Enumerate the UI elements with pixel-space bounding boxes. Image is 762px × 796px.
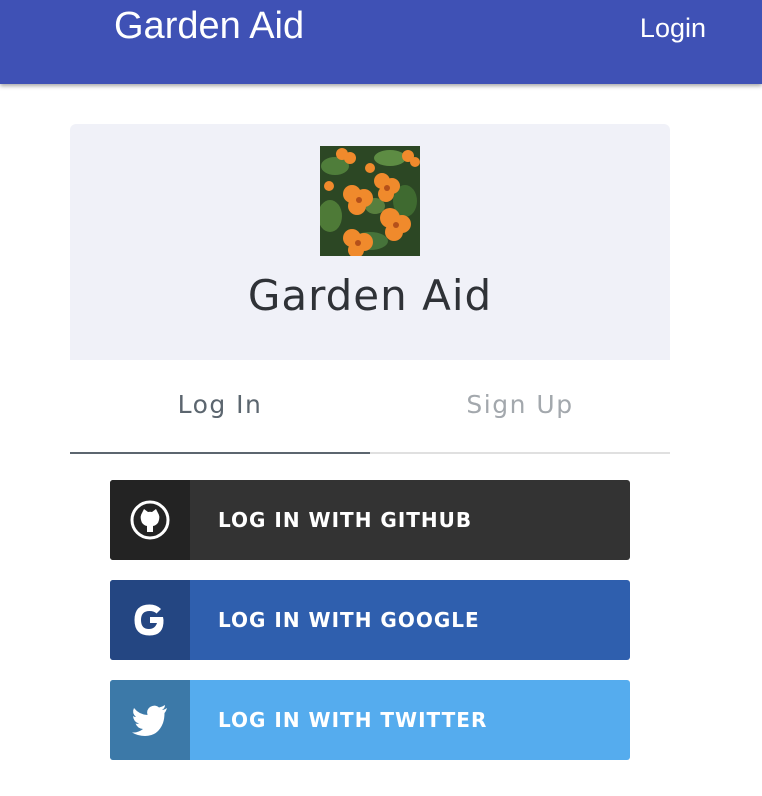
- google-icon: [110, 580, 190, 660]
- social-login-buttons: LOG IN WITH GITHUB LOG IN WITH GOOGLE LO…: [110, 480, 630, 780]
- github-login-label: LOG IN WITH GITHUB: [218, 508, 473, 532]
- twitter-login-button[interactable]: LOG IN WITH TWITTER: [110, 680, 630, 760]
- tab-log-in[interactable]: Log In: [70, 360, 370, 454]
- google-login-button[interactable]: LOG IN WITH GOOGLE: [110, 580, 630, 660]
- twitter-icon: [110, 680, 190, 760]
- github-icon: [110, 480, 190, 560]
- app-title[interactable]: Garden Aid: [114, 4, 304, 48]
- google-login-label: LOG IN WITH GOOGLE: [218, 608, 480, 632]
- tab-sign-up[interactable]: Sign Up: [370, 360, 670, 452]
- login-link[interactable]: Login: [640, 10, 706, 46]
- app-bar: Garden Aid Login: [0, 0, 762, 84]
- card-header: Garden Aid: [70, 124, 670, 360]
- github-login-button[interactable]: LOG IN WITH GITHUB: [110, 480, 630, 560]
- login-card: Garden Aid Log In Sign Up: [70, 124, 670, 454]
- card-title: Garden Aid: [247, 271, 493, 320]
- auth-tabs: Log In Sign Up: [70, 360, 670, 454]
- twitter-login-label: LOG IN WITH TWITTER: [218, 708, 488, 732]
- pansy-flowers-image: [320, 146, 420, 256]
